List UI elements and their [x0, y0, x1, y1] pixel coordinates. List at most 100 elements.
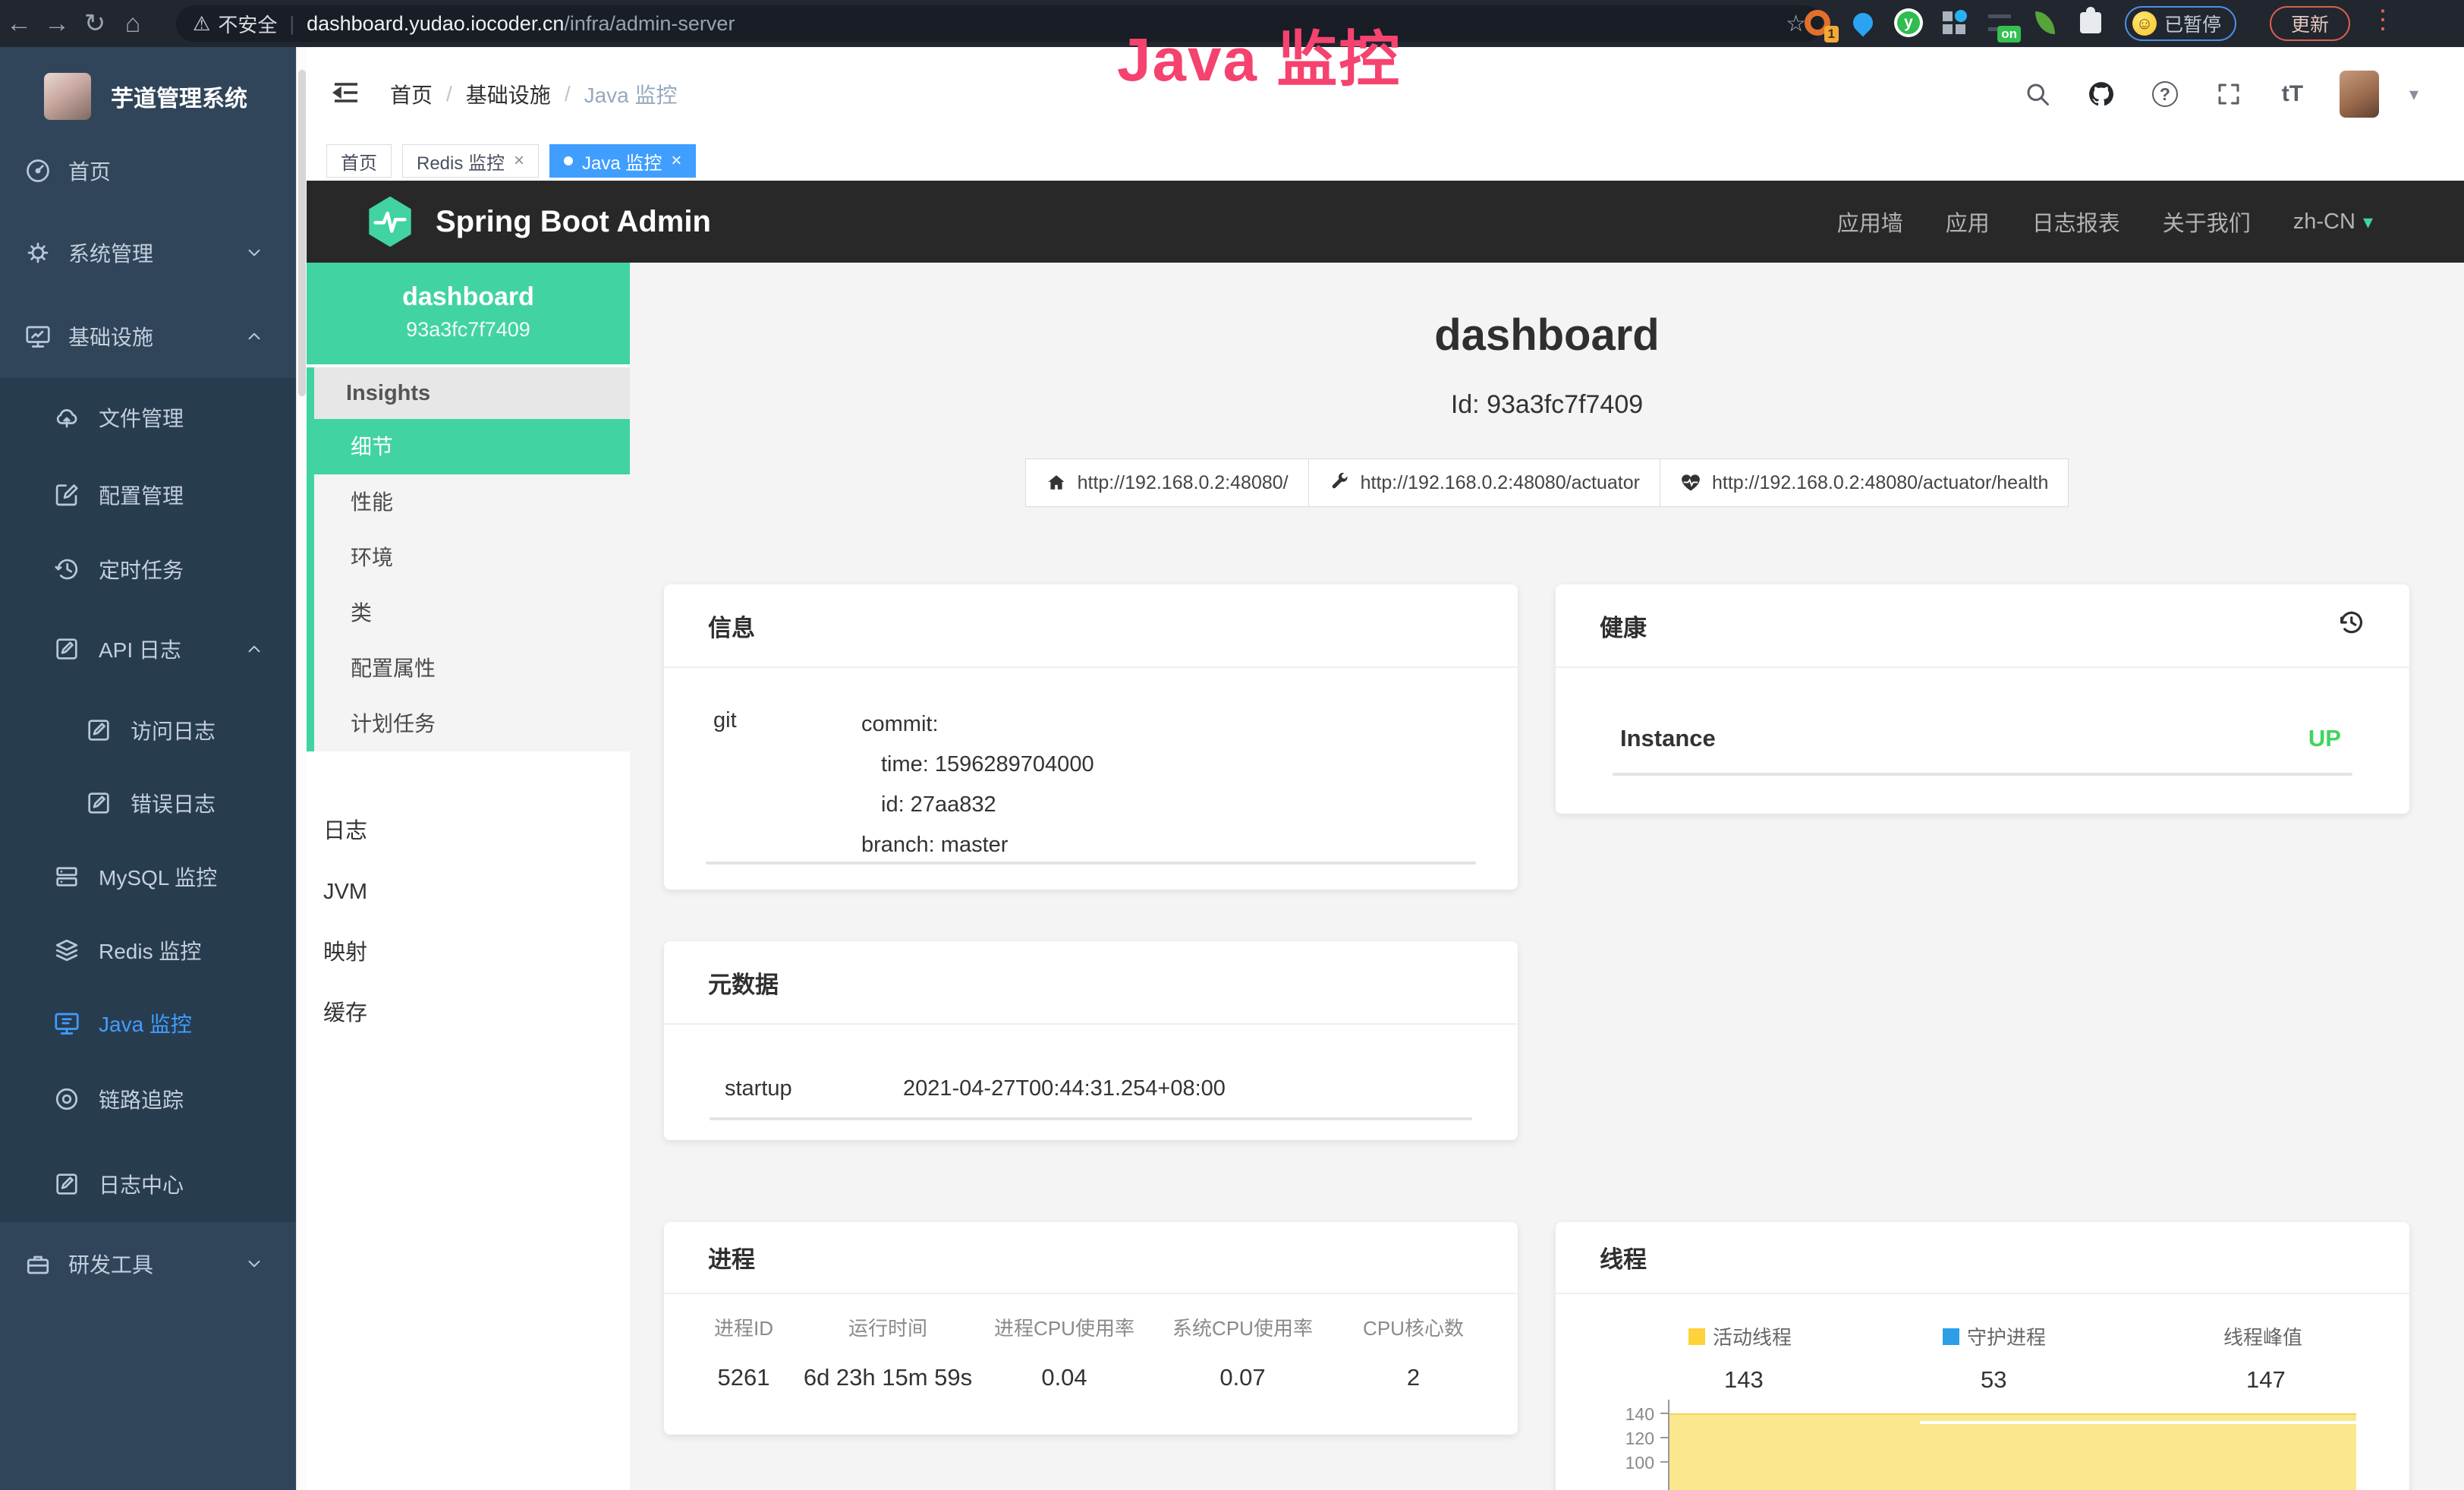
sba-item-jvm[interactable]: JVM — [307, 862, 630, 922]
sba-item-config-props[interactable]: 配置属性 — [314, 641, 630, 696]
browser-forward-icon[interactable]: → — [38, 9, 76, 39]
col-value: 2 — [1332, 1364, 1495, 1391]
extension-grid-icon[interactable] — [1937, 6, 1971, 39]
github-icon[interactable] — [2085, 77, 2118, 111]
sidebar-item-access-log[interactable]: 访问日志 — [0, 692, 296, 768]
search-icon[interactable] — [2021, 77, 2054, 111]
sba-item-mappings[interactable]: 映射 — [307, 922, 630, 983]
extension-puzzle-icon[interactable] — [2074, 6, 2107, 39]
url-domain[interactable]: dashboard.yudao.iocoder.cn — [307, 12, 564, 36]
endpoint-home-button[interactable]: http://192.168.0.2:48080/ — [1025, 458, 1309, 507]
sidebar-item-java-monitor[interactable]: Java 监控 — [0, 985, 296, 1061]
tag-java-monitor[interactable]: Java 监控 × — [549, 144, 696, 178]
close-icon[interactable]: × — [671, 150, 681, 172]
header-tools: ? tT ▾ — [2021, 47, 2418, 141]
sidebar-item-label: API 日志 — [99, 634, 181, 664]
home-icon — [1046, 472, 1067, 493]
extension-refresh-icon[interactable]: 1 — [1801, 6, 1834, 39]
address-bar[interactable]: ⚠ 不安全 | dashboard.yudao.iocoder.cn/infra… — [176, 5, 1823, 42]
threads-card-header: 线程 — [1556, 1222, 2409, 1294]
sidebar-item-api-log[interactable]: API 日志 — [0, 611, 296, 687]
browser-reload-icon[interactable]: ↻ — [76, 8, 114, 39]
sba-item-metrics[interactable]: 性能 — [314, 474, 630, 530]
tag-redis-monitor[interactable]: Redis 监控 × — [402, 144, 539, 178]
sba-language-value: zh-CN — [2293, 209, 2355, 235]
sidebar-item-system[interactable]: 系统管理 — [0, 215, 296, 291]
user-caret-icon[interactable]: ▾ — [2409, 83, 2418, 106]
tag-home[interactable]: 首页 — [326, 144, 392, 178]
health-card: 健康 Instance UP — [1556, 584, 2409, 814]
sidebar-item-log-center[interactable]: 日志中心 — [0, 1146, 296, 1222]
extension-pin-icon[interactable] — [1846, 6, 1880, 39]
sba-nav-about[interactable]: 关于我们 — [2163, 206, 2251, 238]
sidebar-scrollbar[interactable] — [296, 47, 307, 1490]
sba-nav-journal[interactable]: 日志报表 — [2032, 206, 2120, 238]
user-avatar[interactable] — [2340, 71, 2379, 118]
sidebar-item-dev-tools[interactable]: 研发工具 — [0, 1226, 296, 1302]
app-logo — [44, 73, 91, 120]
sidebar-item-redis[interactable]: Redis 监控 — [0, 912, 296, 988]
eye-icon — [53, 1085, 80, 1113]
on-badge: on — [1997, 26, 2021, 43]
browser-home-icon[interactable]: ⌂ — [114, 9, 152, 39]
sidebar-item-config[interactable]: 配置管理 — [0, 457, 296, 533]
breadcrumb-infra[interactable]: 基础设施 — [466, 79, 551, 109]
tag-label: 首页 — [341, 148, 377, 175]
endpoint-actuator-button[interactable]: http://192.168.0.2:48080/actuator — [1309, 458, 1660, 507]
heart-pulse-icon — [1680, 472, 1701, 493]
app-title: 芋道管理系统 — [111, 80, 247, 113]
url-path[interactable]: /infra/admin-server — [564, 12, 735, 36]
sba-sidebar: dashboard 93a3fc7f7409 Insights 细节 性能 环境… — [307, 263, 630, 1490]
metadata-key: startup — [725, 1076, 792, 1101]
extension-y-icon[interactable]: y — [1892, 6, 1925, 39]
health-instance-label: Instance — [1620, 725, 1716, 752]
browser-update-button[interactable]: 更新 — [2270, 6, 2350, 41]
fullscreen-icon[interactable] — [2212, 77, 2245, 111]
tag-tabs: 首页 Redis 监控 × Java 监控 × — [307, 141, 2464, 181]
sidebar-item-trace[interactable]: 链路追踪 — [0, 1061, 296, 1137]
card-title: 元数据 — [708, 966, 779, 1000]
security-label[interactable]: 不安全 — [218, 10, 277, 38]
extension-leaf-icon[interactable] — [2028, 6, 2062, 39]
browser-back-icon[interactable]: ← — [0, 9, 38, 39]
wrench-icon — [1329, 472, 1350, 493]
scrollbar-thumb[interactable] — [298, 70, 306, 396]
metadata-card-header: 元数据 — [664, 941, 1518, 1025]
profile-paused-pill[interactable]: ☺ 已暂停 — [2125, 6, 2236, 41]
health-card-header: 健康 — [1556, 584, 2409, 668]
browser-menu-icon[interactable]: ⋮ — [2370, 5, 2396, 35]
sba-item-environment[interactable]: 环境 — [314, 530, 630, 585]
active-tag-dot — [564, 156, 573, 165]
close-icon[interactable]: × — [514, 150, 524, 172]
sidebar-item-infra[interactable]: 基础设施 — [0, 298, 296, 374]
sidebar-item-mysql[interactable]: MySQL 监控 — [0, 839, 296, 915]
sba-nav: 应用墙 应用 日志报表 关于我们 zh-CN ▾ — [1837, 206, 2373, 238]
gear-icon — [24, 239, 52, 266]
sba-nav-wallboard[interactable]: 应用墙 — [1837, 206, 1903, 238]
info-value: commit: time: 1596289704000 id: 27aa832 … — [861, 704, 1094, 865]
endpoint-health-button[interactable]: http://192.168.0.2:48080/actuator/health — [1660, 458, 2069, 507]
sba-nav-applications[interactable]: 应用 — [1946, 206, 1990, 238]
sba-item-logs[interactable]: 日志 — [307, 801, 630, 862]
font-size-icon[interactable]: tT — [2276, 77, 2309, 111]
layers-icon — [53, 937, 80, 964]
sidebar-item-error-log[interactable]: 错误日志 — [0, 765, 296, 841]
row-divider — [710, 1117, 1472, 1120]
extension-on-icon[interactable]: on — [1983, 6, 2016, 39]
tag-label: Redis 监控 — [417, 148, 505, 175]
sidebar-item-jobs[interactable]: 定时任务 — [0, 531, 296, 607]
sba-item-details[interactable]: 细节 — [314, 419, 630, 474]
blue-dot — [1955, 10, 1967, 22]
hamburger-fold-icon[interactable] — [328, 74, 364, 111]
sba-language-select[interactable]: zh-CN ▾ — [2293, 209, 2373, 235]
history-icon[interactable] — [2337, 608, 2365, 643]
sidebar-item-files[interactable]: 文件管理 — [0, 380, 296, 455]
sba-instance-header[interactable]: dashboard 93a3fc7f7409 — [307, 263, 630, 364]
sba-item-caches[interactable]: 缓存 — [307, 983, 630, 1044]
help-icon[interactable]: ? — [2148, 77, 2182, 111]
sidebar-item-home[interactable]: 首页 — [0, 133, 296, 209]
app-logo-row[interactable]: 芋道管理系统 — [0, 62, 296, 131]
sba-item-scheduled-tasks[interactable]: 计划任务 — [314, 696, 630, 751]
breadcrumb-home[interactable]: 首页 — [390, 79, 433, 109]
sba-item-classes[interactable]: 类 — [314, 585, 630, 641]
